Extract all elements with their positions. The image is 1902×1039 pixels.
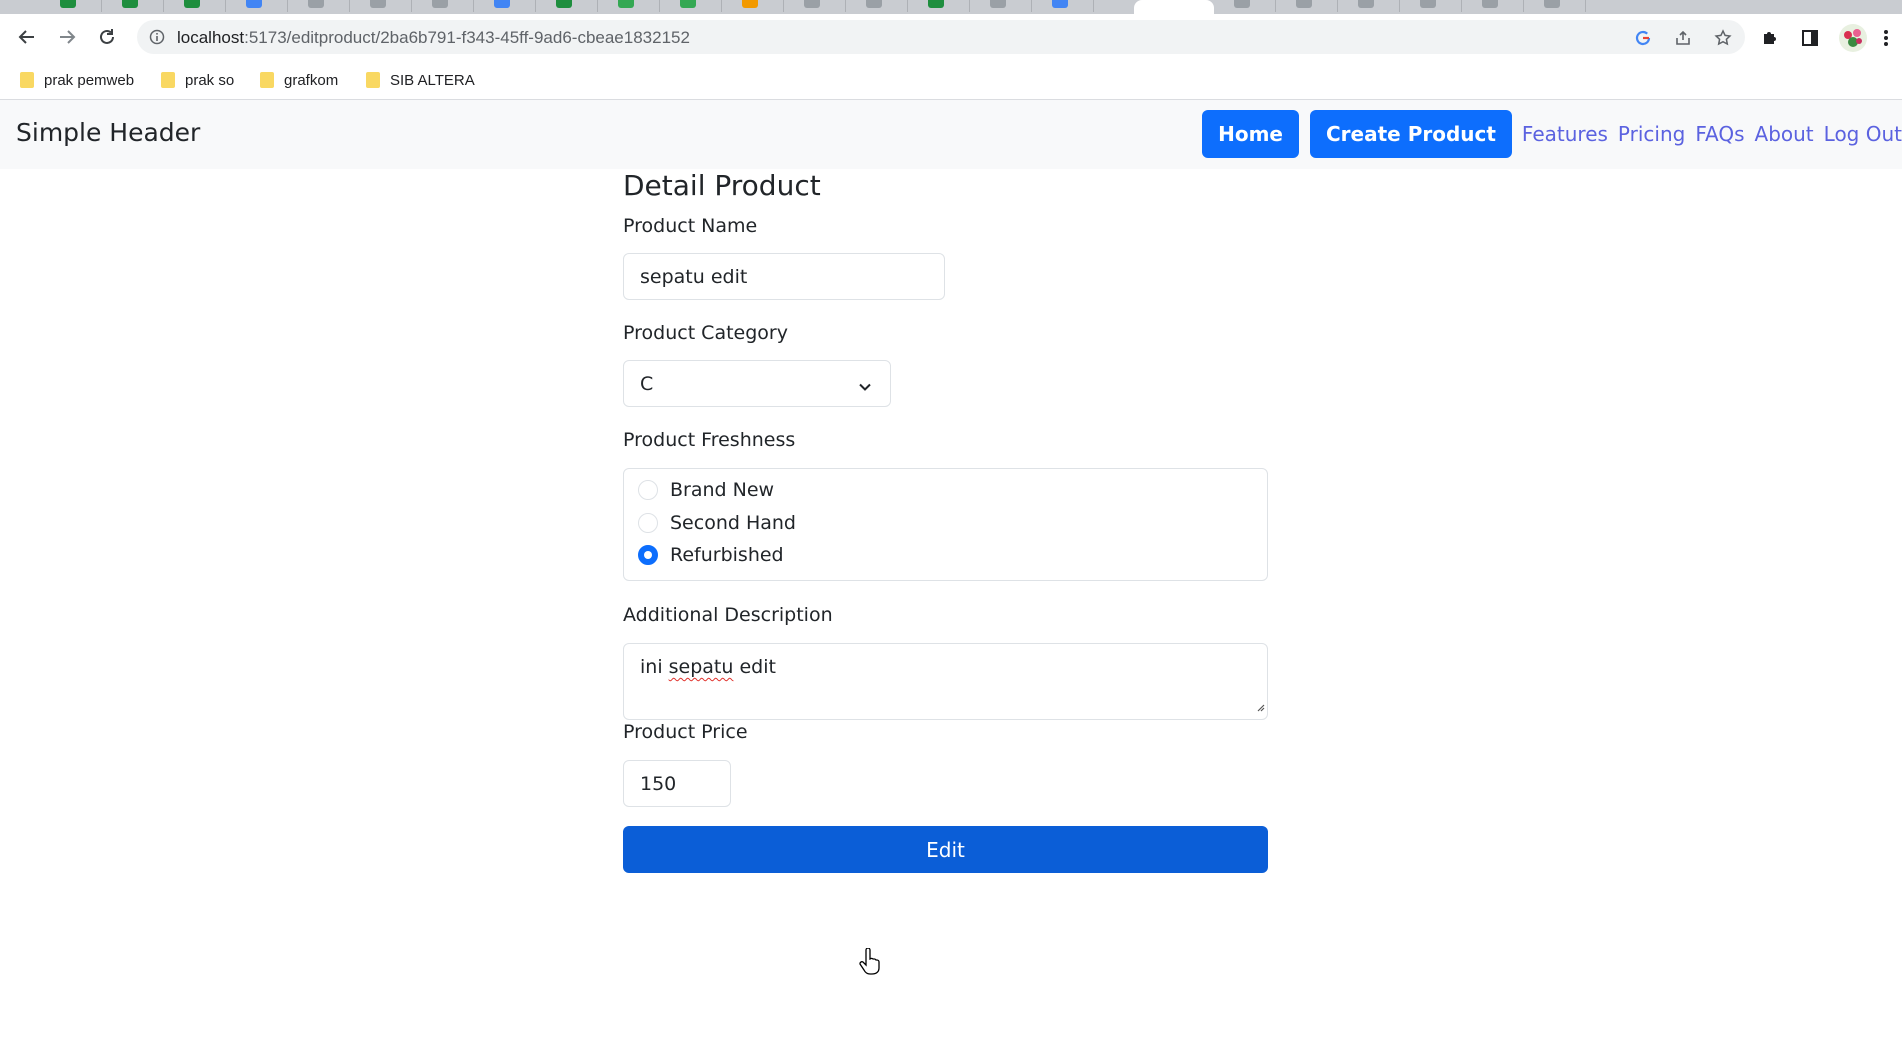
browser-tab[interactable] — [598, 0, 660, 12]
nav-features-link[interactable]: Features — [1522, 122, 1608, 146]
browser-tab[interactable] — [102, 0, 164, 12]
share-icon[interactable] — [1673, 28, 1693, 48]
product-freshness-label: Product Freshness — [623, 429, 796, 451]
radio-option-second-hand[interactable]: Second Hand — [638, 510, 796, 536]
arrow-left-icon — [18, 30, 34, 44]
reload-icon — [100, 29, 114, 44]
extensions-puzzle-icon[interactable] — [1759, 27, 1781, 49]
hand-pointer-cursor-icon — [859, 947, 881, 980]
browser-tab[interactable] — [226, 0, 288, 12]
google-lens-icon[interactable] — [1633, 28, 1653, 48]
bookmark-item[interactable]: SIB ALTERA — [366, 69, 475, 91]
bookmark-label: prak pemweb — [44, 71, 135, 89]
url-host: localhost — [177, 28, 245, 47]
nav-home-button[interactable]: Home — [1202, 110, 1299, 158]
nav-pricing-link[interactable]: Pricing — [1618, 122, 1685, 146]
arrow-right-icon — [60, 30, 76, 44]
browser-tab[interactable] — [1338, 0, 1400, 12]
radio-button[interactable] — [638, 513, 658, 533]
url-path: :5173/editproduct/2ba6b791-f343-45ff-9ad… — [244, 28, 690, 47]
site-header: Simple Header Home Create Product Featur… — [0, 100, 1902, 169]
resize-handle-icon[interactable] — [1255, 695, 1265, 717]
product-price-label: Product Price — [623, 721, 748, 743]
address-url: localhost:5173/editproduct/2ba6b791-f343… — [177, 28, 690, 48]
browser-toolbar: localhost:5173/editproduct/2ba6b791-f343… — [0, 14, 1902, 60]
browser-tab[interactable] — [40, 0, 102, 12]
additional-description-label: Additional Description — [623, 604, 833, 626]
page-title: Detail Product — [623, 169, 821, 202]
bookmark-item[interactable]: prak pemweb — [20, 69, 134, 91]
page-content: Simple Header Home Create Product Featur… — [0, 100, 1902, 1039]
product-category-value: C — [640, 372, 654, 395]
radio-label: Brand New — [670, 479, 775, 501]
bookmark-item[interactable]: grafkom — [260, 69, 338, 91]
browser-tab[interactable] — [970, 0, 1032, 12]
browser-tab-active[interactable] — [1134, 0, 1214, 14]
additional-description-textarea[interactable]: ini sepatu edit — [623, 643, 1268, 720]
description-misspelled-word: sepatu — [668, 656, 734, 678]
product-category-label: Product Category — [623, 322, 788, 344]
back-button[interactable] — [11, 21, 43, 53]
profile-avatar[interactable] — [1837, 22, 1869, 54]
forward-button[interactable] — [51, 21, 83, 53]
address-bar[interactable]: localhost:5173/editproduct/2ba6b791-f343… — [137, 20, 1745, 54]
folder-icon — [260, 72, 274, 88]
nav-about-link[interactable]: About — [1755, 122, 1814, 146]
browser-tab[interactable] — [1032, 0, 1094, 12]
browser-tab-strip — [0, 0, 1902, 14]
folder-icon — [366, 72, 380, 88]
bookmarks-bar: prak pemweb prak so grafkom SIB ALTERA — [0, 60, 1902, 100]
folder-icon — [20, 72, 34, 88]
freshness-radio-group: Brand New Second Hand Refurbished — [623, 468, 1268, 581]
browser-tab[interactable] — [908, 0, 970, 12]
radio-button[interactable] — [638, 480, 658, 500]
browser-tab[interactable] — [1400, 0, 1462, 12]
reload-button[interactable] — [91, 21, 123, 53]
browser-tab[interactable] — [784, 0, 846, 12]
folder-icon — [161, 72, 175, 88]
product-name-label: Product Name — [623, 215, 758, 237]
side-panel-icon[interactable] — [1799, 27, 1821, 49]
bookmark-star-icon[interactable] — [1713, 28, 1733, 48]
chevron-down-icon — [858, 377, 872, 399]
browser-tab[interactable] — [1462, 0, 1524, 12]
browser-tab[interactable] — [1214, 0, 1276, 12]
browser-tab[interactable] — [846, 0, 908, 12]
bookmark-label: prak so — [185, 71, 235, 89]
radio-label: Second Hand — [670, 512, 796, 534]
browser-tab[interactable] — [288, 0, 350, 12]
product-category-select[interactable]: C — [623, 360, 891, 407]
browser-tab[interactable] — [350, 0, 412, 12]
description-text: edit — [733, 656, 776, 678]
radio-label: Refurbished — [670, 544, 784, 566]
browser-menu-icon[interactable] — [1880, 27, 1892, 49]
radio-option-brand-new[interactable]: Brand New — [638, 477, 774, 503]
product-price-value: 150 — [640, 772, 677, 795]
browser-tab[interactable] — [164, 0, 226, 12]
site-brand[interactable]: Simple Header — [16, 118, 200, 147]
radio-option-refurbished[interactable]: Refurbished — [638, 542, 784, 568]
product-price-input[interactable]: 150 — [623, 760, 731, 807]
edit-submit-button[interactable]: Edit — [623, 826, 1268, 873]
nav-create-product-button[interactable]: Create Product — [1310, 110, 1512, 158]
browser-tab[interactable] — [660, 0, 722, 12]
nav-faqs-link[interactable]: FAQs — [1695, 122, 1744, 146]
browser-tab[interactable] — [412, 0, 474, 12]
site-info-icon[interactable] — [149, 29, 165, 49]
browser-tab[interactable] — [722, 0, 784, 12]
browser-tab[interactable] — [474, 0, 536, 12]
radio-button-checked[interactable] — [638, 545, 658, 565]
bookmark-item[interactable]: prak so — [161, 69, 234, 91]
description-text: ini — [640, 656, 669, 678]
nav-logout-link[interactable]: Log Out — [1824, 122, 1902, 146]
product-name-input[interactable]: sepatu edit — [623, 253, 945, 300]
browser-tab[interactable] — [536, 0, 598, 12]
bookmark-label: grafkom — [284, 71, 339, 89]
product-name-value: sepatu edit — [640, 265, 748, 288]
site-nav: Home Create Product Features Pricing FAQ… — [1191, 110, 1902, 158]
bookmark-label: SIB ALTERA — [390, 71, 475, 89]
browser-tab[interactable] — [1524, 0, 1586, 12]
browser-tab[interactable] — [1276, 0, 1338, 12]
